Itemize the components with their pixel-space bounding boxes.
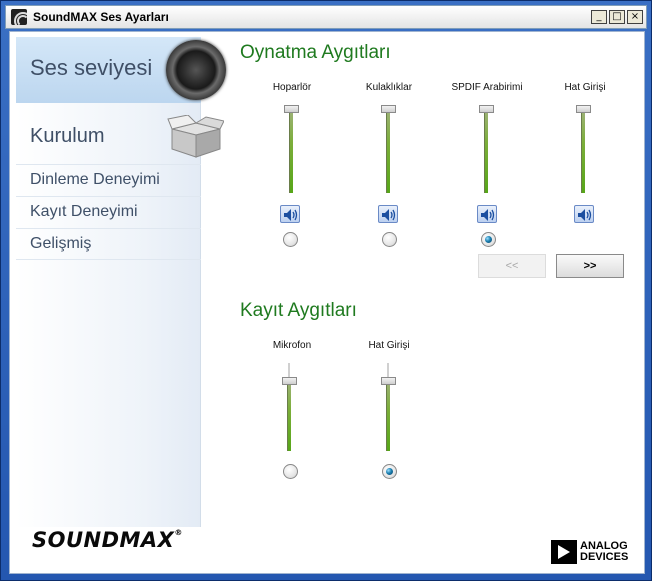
slider-stub <box>387 363 389 377</box>
registered-mark: ® <box>174 528 183 537</box>
speaker-icon <box>166 40 226 100</box>
device-label-record-line-in: Hat Girişi <box>368 340 410 351</box>
maximize-button[interactable]: □ <box>609 10 625 24</box>
volume-slider-speaker[interactable] <box>284 105 300 193</box>
volume-slider-headphones[interactable] <box>381 105 397 193</box>
default-device-radio-speaker[interactable] <box>283 232 298 247</box>
slider-track <box>289 109 293 193</box>
mute-button-headphones[interactable] <box>378 205 398 223</box>
soundmax-logo-text: SOUNDMAX <box>32 528 175 552</box>
soundmax-logo: SOUNDMAX® <box>32 528 183 552</box>
title-bar[interactable]: SoundMAX Ses Ayarları _ □ × <box>5 5 647 29</box>
window-title: SoundMAX Ses Ayarları <box>33 10 169 24</box>
speaker-volume-icon <box>578 209 592 221</box>
next-devices-button[interactable]: >> <box>556 254 624 278</box>
default-device-radio-headphones[interactable] <box>382 232 397 247</box>
slider-thumb[interactable] <box>284 105 299 113</box>
window-controls: _ □ × <box>591 10 643 24</box>
playback-section-title: Oynatma Aygıtları <box>240 42 391 63</box>
default-device-radio-spdif[interactable] <box>481 232 496 247</box>
analog-devices-icon <box>551 540 577 564</box>
slider-track <box>386 109 390 193</box>
app-window: SoundMAX Ses Ayarları _ □ × Ses seviyesi… <box>0 0 652 581</box>
record-slider-line-in[interactable] <box>381 363 397 451</box>
speaker-volume-icon <box>481 209 495 221</box>
slider-track <box>484 109 488 193</box>
slider-track <box>581 109 585 193</box>
device-label-headphones: Kulaklıklar <box>365 82 413 93</box>
sidebar-item-setup-label: Kurulum <box>30 125 105 147</box>
mute-button-spdif[interactable] <box>477 205 497 223</box>
slider-track <box>386 381 390 451</box>
slider-thumb[interactable] <box>479 105 494 113</box>
device-label-microphone: Mikrofon <box>272 340 312 351</box>
box-icon <box>167 115 224 158</box>
device-label-speaker: Hoparlör <box>272 82 312 93</box>
sidebar-item-listening[interactable]: Dinleme Deneyimi <box>16 164 201 196</box>
sidebar-item-advanced[interactable]: Gelişmiş <box>16 228 201 260</box>
analog-devices-line2: DEVICES <box>580 551 629 563</box>
slider-thumb[interactable] <box>282 377 297 385</box>
slider-thumb[interactable] <box>381 377 396 385</box>
volume-slider-line-in[interactable] <box>576 105 592 193</box>
analog-devices-text: ANALOG DEVICES <box>580 541 640 563</box>
sidebar-item-volume-label: Ses seviyesi <box>30 55 153 80</box>
speaker-volume-icon <box>284 209 298 221</box>
minimize-button[interactable]: _ <box>591 10 607 24</box>
slider-track <box>287 381 291 451</box>
slider-thumb[interactable] <box>381 105 396 113</box>
sidebar: Ses seviyesi Kurulum Dinleme Deneyimi Ka… <box>16 37 226 527</box>
recording-section-title: Kayıt Aygıtları <box>240 300 357 321</box>
analog-devices-logo: ANALOG DEVICES <box>551 540 640 564</box>
record-device-radio-microphone[interactable] <box>283 464 298 479</box>
record-slider-microphone[interactable] <box>282 363 298 451</box>
slider-stub <box>288 363 290 377</box>
mute-button-line-in[interactable] <box>574 205 594 223</box>
sidebar-item-recording[interactable]: Kayıt Deneyimi <box>16 196 201 228</box>
soundmax-app-icon <box>11 9 27 25</box>
device-label-line-in: Hat Girişi <box>564 82 606 93</box>
volume-slider-spdif[interactable] <box>479 105 495 193</box>
previous-devices-button[interactable]: << <box>478 254 546 278</box>
mute-button-speaker[interactable] <box>280 205 300 223</box>
close-button[interactable]: × <box>627 10 643 24</box>
record-device-radio-line-in[interactable] <box>382 464 397 479</box>
device-label-spdif: SPDIF Arabirimi <box>451 82 523 93</box>
speaker-volume-icon <box>382 209 396 221</box>
slider-thumb[interactable] <box>576 105 591 113</box>
client-area: Ses seviyesi Kurulum Dinleme Deneyimi Ka… <box>9 31 645 574</box>
